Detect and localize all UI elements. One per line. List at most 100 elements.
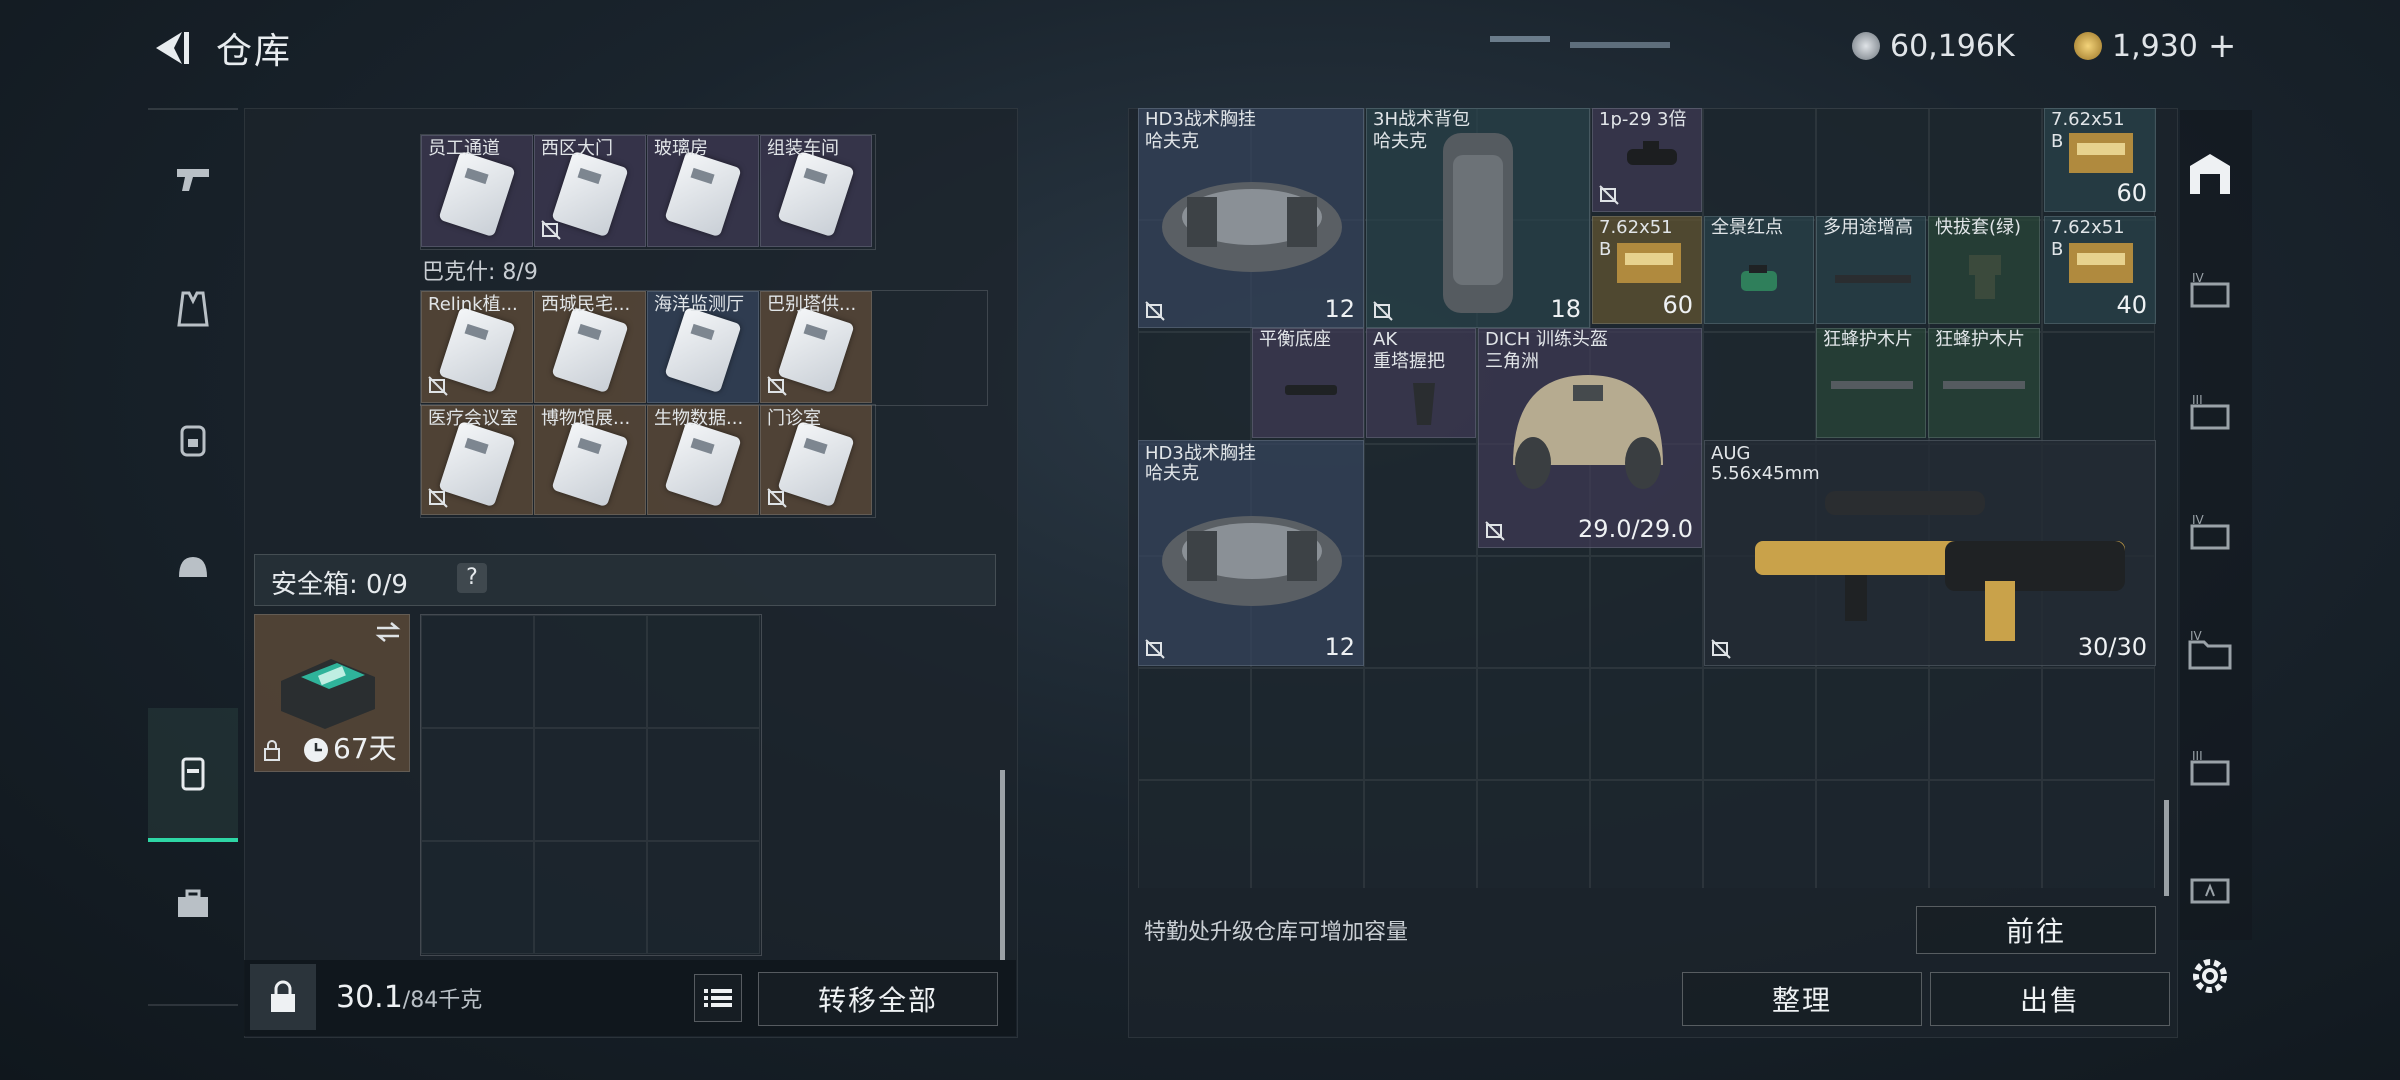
empty-slot[interactable] [421,728,534,841]
item-count: 12 [1324,295,1355,323]
safe-box-help-button[interactable]: ? [457,563,487,593]
storage-tab-4[interactable]: IV [2186,270,2234,318]
storage-tab-3[interactable]: III [2186,392,2234,440]
lock-storage-button[interactable] [250,964,316,1030]
rail-item-backpack[interactable] [148,374,238,504]
add-currency-button[interactable]: + [2208,26,2237,66]
empty-slot[interactable] [534,841,647,954]
item-tile[interactable]: 7.62x51 B 60 [1592,216,1702,324]
item-tile[interactable]: 全景红点 [1704,216,1814,324]
grid-slot[interactable] [1929,108,2042,220]
empty-slot[interactable] [647,728,760,841]
grid-slot[interactable] [1364,556,1477,668]
empty-slot[interactable] [647,615,760,728]
keycard-tile[interactable]: 玻璃房 [647,135,759,247]
grid-slot[interactable] [1477,780,1590,888]
empty-slot[interactable] [534,728,647,841]
grid-slot[interactable] [1929,780,2042,888]
empty-slot[interactable] [534,615,647,728]
keycard-tile[interactable]: Relink植... [421,291,533,403]
keycard-tile[interactable]: 西区大门 [534,135,646,247]
keycard-tile[interactable]: 门诊室 [760,405,872,515]
keycard-tile[interactable]: 巴别塔供... [760,291,872,403]
rail-item-vest[interactable] [148,244,238,374]
silver-coin-icon [1852,32,1880,60]
keycard-tile[interactable]: 博物馆展... [534,405,646,515]
item-tile[interactable]: AUG 5.56x45mm 30/30 [1704,440,2156,666]
keycard-tile[interactable]: 西城民宅... [534,291,646,403]
item-tile[interactable]: 平衡底座 [1252,328,1364,438]
item-tile[interactable]: 多用途增高 [1816,216,1926,324]
storage-tab-folder[interactable]: IV [2186,628,2234,676]
grid-slot[interactable] [1364,444,1477,556]
empty-slot[interactable] [647,841,760,954]
item-tile[interactable]: 狂蜂护木片 [1816,328,1926,438]
grid-slot[interactable] [1477,668,1590,780]
settings-button[interactable] [2186,952,2234,1000]
grid-slot[interactable] [1816,668,1929,780]
grid-slot[interactable] [2042,780,2155,888]
item-tile[interactable]: DICH 训练头盔 三角洲 29.0/29.0 [1478,328,1702,548]
keycard-tile[interactable]: 海洋监测厅 [647,291,759,403]
transfer-all-button[interactable]: 转移全部 [758,972,998,1026]
storage-tab-special[interactable] [2186,866,2234,914]
grid-slot[interactable] [1138,780,1251,888]
grid-slot[interactable] [1590,780,1703,888]
safe-box-item[interactable]: 67天 [254,614,410,772]
rail-item-helmet[interactable] [148,504,238,634]
keycard-tile[interactable]: 组装车间 [760,135,872,247]
grid-slot[interactable] [1138,668,1251,780]
item-tile[interactable]: AK 重塔握把 [1366,328,1476,438]
grid-slot[interactable] [1477,556,1590,668]
item-tile[interactable]: 7.62x51 B 60 [2044,108,2156,212]
grid-slot[interactable] [1703,332,1816,444]
empty-slot[interactable] [421,615,534,728]
keycard-tile[interactable]: 员工通道 [421,135,533,247]
keycard-tile[interactable]: 医疗会议室 [421,405,533,515]
mount-icon [1969,255,2001,299]
grid-slot[interactable] [1590,668,1703,780]
item-name: AK [1373,329,1398,350]
grid-slot[interactable] [1364,668,1477,780]
sort-button[interactable]: 整理 [1682,972,1922,1026]
no-trade-icon [428,376,448,396]
grid-slot[interactable] [1816,780,1929,888]
item-tile[interactable]: HD3战术胸挂 哈夫克 12 [1138,440,1364,666]
list-view-button[interactable] [694,974,742,1022]
storage-tab-3b[interactable]: III [2186,748,2234,796]
item-tile[interactable]: 狂蜂护木片 [1928,328,2040,438]
grid-slot[interactable] [2042,332,2155,444]
sell-button[interactable]: 出售 [1930,972,2170,1026]
storage-tab-4b[interactable]: IV [2186,512,2234,560]
storage-tab-main[interactable] [2186,150,2234,198]
rail-item-case[interactable] [148,708,238,842]
goto-button[interactable]: 前往 [1916,906,2156,954]
grid-slot[interactable] [1816,108,1929,220]
grid-slot[interactable] [1138,332,1251,444]
right-scrollbar[interactable] [2164,800,2169,896]
item-name: 组装车间 [767,138,839,159]
item-tile[interactable]: HD3战术胸挂 哈夫克 12 [1138,108,1364,328]
grid-slot[interactable] [1703,668,1816,780]
grid-slot[interactable] [1251,668,1364,780]
keycard-tile[interactable]: 生物数据... [647,405,759,515]
left-scrollbar[interactable] [1000,770,1005,960]
rail-item-weapons[interactable] [148,114,238,244]
empty-slot[interactable] [421,841,534,954]
rail-item-toolbox[interactable] [148,838,238,968]
grid-slot[interactable] [1251,780,1364,888]
item-tile[interactable]: 3H战术背包 哈夫克 18 [1366,108,1590,328]
grid-slot[interactable] [1703,108,1816,220]
item-name: 平衡底座 [1259,329,1331,350]
warehouse-icon [2190,154,2230,194]
grid-slot[interactable] [2042,668,2155,780]
item-tile[interactable]: 1p-29 3倍 [1592,108,1702,212]
item-tile[interactable]: 7.62x51 B 40 [2044,216,2156,324]
grid-slot[interactable] [1590,556,1703,668]
grid-slot[interactable] [1364,780,1477,888]
item-tile[interactable]: 快拔套(绿) [1928,216,2040,324]
grip-icon [1413,383,1435,425]
back-button[interactable] [148,26,190,70]
grid-slot[interactable] [1929,668,2042,780]
grid-slot[interactable] [1703,780,1816,888]
